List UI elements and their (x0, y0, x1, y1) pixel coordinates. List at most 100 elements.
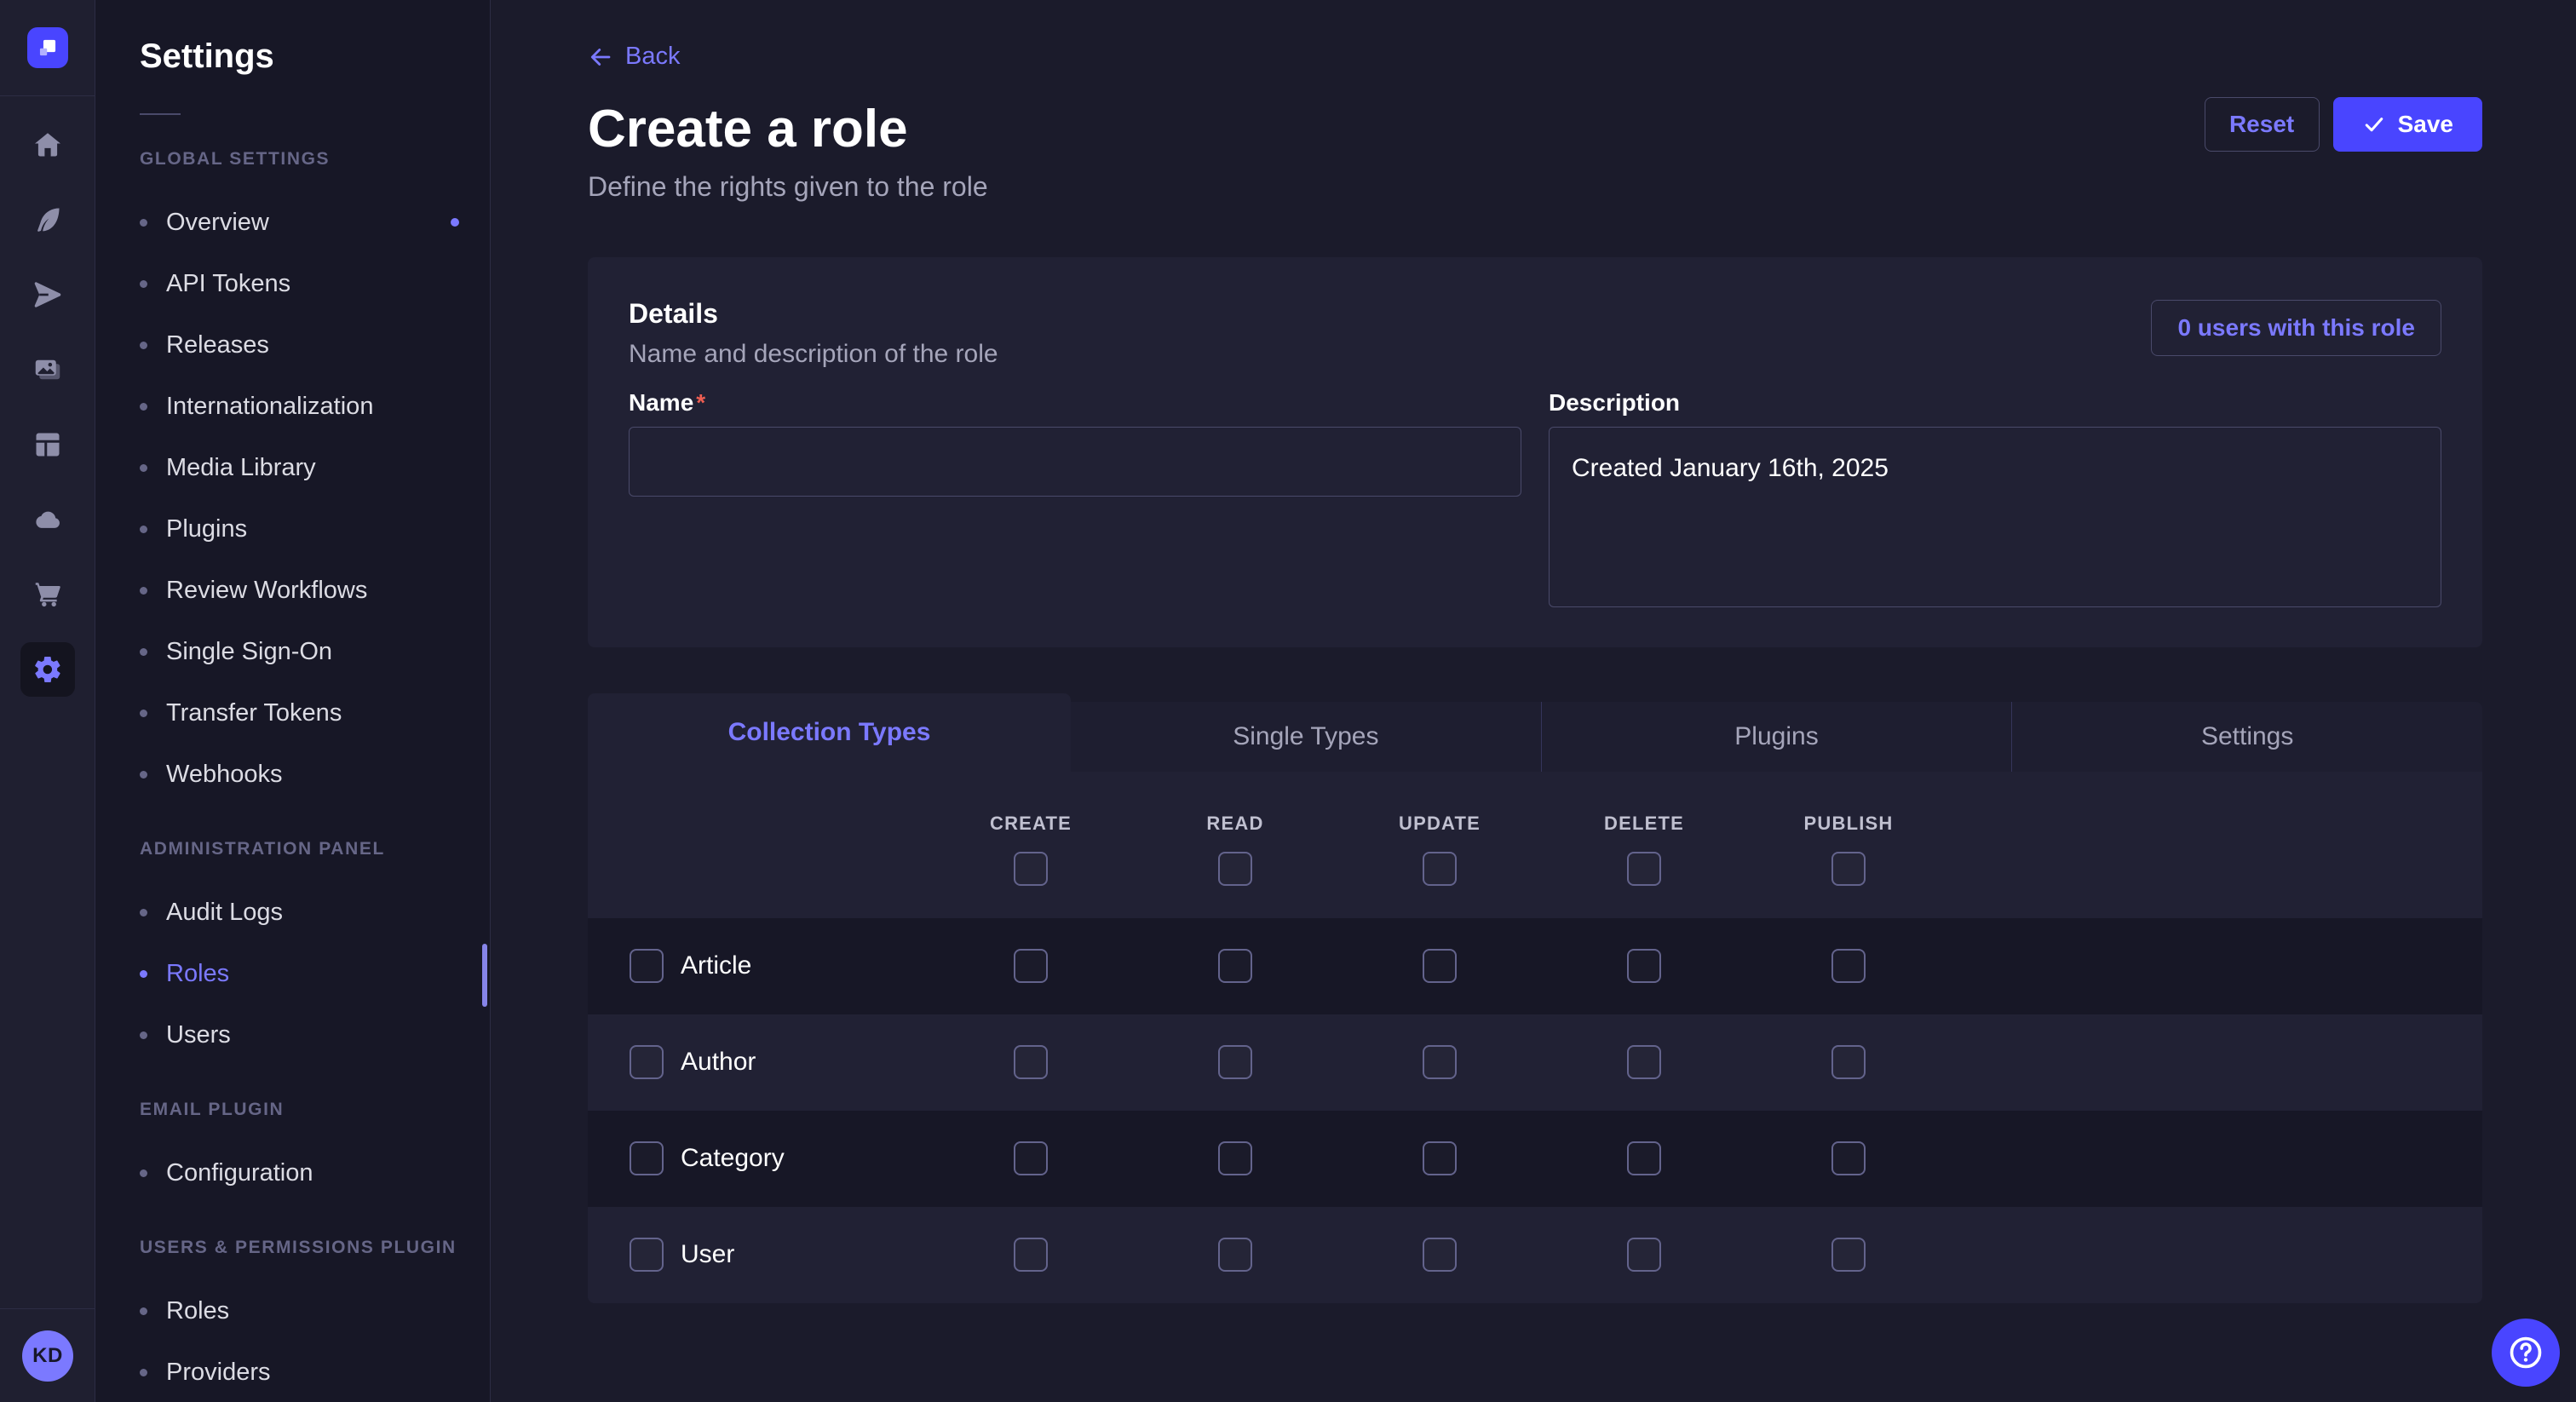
tab-single-types[interactable]: Single Types (1071, 702, 1541, 772)
checkbox-author-delete[interactable] (1627, 1045, 1661, 1079)
checkbox-user-create[interactable] (1014, 1238, 1048, 1272)
checkbox-select-all-update[interactable] (1423, 852, 1457, 886)
checkbox-category-row[interactable] (630, 1141, 664, 1175)
layout-icon (32, 429, 63, 460)
name-input[interactable] (629, 427, 1521, 497)
bullet-icon (140, 970, 147, 978)
tab-collection-types[interactable]: Collection Types (588, 693, 1071, 772)
sidebar-item-media-library[interactable]: Media Library (140, 437, 473, 498)
cloud-icon (32, 504, 63, 535)
checkbox-author-row[interactable] (630, 1045, 664, 1079)
images-icon (32, 354, 63, 385)
bullet-icon (140, 464, 147, 472)
checkbox-article-create[interactable] (1014, 949, 1048, 983)
sidebar-item-transfer-tokens[interactable]: Transfer Tokens (140, 682, 473, 744)
marketplace-button[interactable] (20, 567, 75, 622)
settings-button[interactable] (20, 642, 75, 697)
help-button[interactable] (2492, 1319, 2560, 1387)
checkbox-author-update[interactable] (1423, 1045, 1457, 1079)
description-textarea[interactable]: Created January 16th, 2025 (1549, 427, 2441, 607)
permission-row-author: Author (588, 1014, 2482, 1111)
checkbox-user-publish[interactable] (1831, 1238, 1866, 1272)
checkbox-author-publish[interactable] (1831, 1045, 1866, 1079)
question-mark-icon (2506, 1333, 2545, 1372)
checkbox-article-delete[interactable] (1627, 949, 1661, 983)
tab-settings[interactable]: Settings (2011, 702, 2482, 772)
checkbox-article-read[interactable] (1218, 949, 1252, 983)
sidebar-item-plugins[interactable]: Plugins (140, 498, 473, 560)
content-manager-button[interactable] (20, 192, 75, 247)
home-button[interactable] (20, 118, 75, 172)
description-label: Description (1549, 389, 1680, 416)
section-email-plugin: EMAIL PLUGIN Configuration (140, 1100, 473, 1204)
checkbox-select-all-read[interactable] (1218, 852, 1252, 886)
checkbox-user-delete[interactable] (1627, 1238, 1661, 1272)
sidebar-item-overview[interactable]: Overview (140, 192, 473, 253)
content-type-builder-button[interactable] (20, 417, 75, 472)
section-users-permissions-plugin: USERS & PERMISSIONS PLUGIN Roles Provide… (140, 1238, 473, 1402)
checkbox-category-delete[interactable] (1627, 1141, 1661, 1175)
checkbox-author-create[interactable] (1014, 1045, 1048, 1079)
required-asterisk: * (696, 389, 705, 416)
permissions-section: Collection Types Single Types Plugins Se… (588, 693, 2482, 1303)
sidebar-item-single-sign-on[interactable]: Single Sign-On (140, 621, 473, 682)
checkbox-category-create[interactable] (1014, 1141, 1048, 1175)
paper-plane-icon (32, 279, 63, 310)
row-label: Article (681, 951, 751, 980)
tab-plugins[interactable]: Plugins (1541, 702, 2012, 772)
sidebar-scrollbar-thumb[interactable] (482, 944, 487, 1007)
divider (0, 95, 95, 96)
deploy-button[interactable] (20, 492, 75, 547)
checkbox-article-publish[interactable] (1831, 949, 1866, 983)
sidebar-item-api-tokens[interactable]: API Tokens (140, 253, 473, 314)
checkbox-author-read[interactable] (1218, 1045, 1252, 1079)
reset-button[interactable]: Reset (2205, 97, 2320, 152)
page-subtitle: Define the rights given to the role (588, 171, 2482, 203)
checkbox-category-publish[interactable] (1831, 1141, 1866, 1175)
sidebar-item-releases[interactable]: Releases (140, 314, 473, 376)
sidebar-item-roles[interactable]: Roles (140, 943, 473, 1004)
checkbox-category-read[interactable] (1218, 1141, 1252, 1175)
permission-row-user: User (588, 1207, 2482, 1303)
column-header-publish: PUBLISH (1746, 813, 1951, 918)
column-label: UPDATE (1399, 813, 1481, 835)
sidebar-item-webhooks[interactable]: Webhooks (140, 744, 473, 805)
settings-sidebar: Settings GLOBAL SETTINGS Overview API To… (95, 0, 491, 1402)
avatar[interactable]: KD (22, 1330, 73, 1382)
details-fields: Name* Description Created January 16th, … (629, 389, 2441, 607)
users-with-role-button[interactable]: 0 users with this role (2151, 300, 2441, 356)
save-button[interactable]: Save (2333, 97, 2482, 152)
checkbox-user-read[interactable] (1218, 1238, 1252, 1272)
section-label: ADMINISTRATION PANEL (140, 839, 473, 859)
section-global-settings: GLOBAL SETTINGS Overview API Tokens Rele… (140, 149, 473, 805)
media-library-button[interactable] (20, 342, 75, 397)
sidebar-item-label: API Tokens (166, 270, 290, 298)
checkbox-article-update[interactable] (1423, 949, 1457, 983)
sidebar-item-label: Single Sign-On (166, 638, 332, 666)
name-field-group: Name* (629, 389, 1521, 607)
column-header-create: CREATE (929, 813, 1133, 918)
sidebar-item-label: Media Library (166, 454, 316, 482)
strapi-logo[interactable] (27, 27, 68, 68)
checkbox-article-row[interactable] (630, 949, 664, 983)
sidebar-item-providers[interactable]: Providers (140, 1342, 473, 1402)
notification-dot (451, 218, 459, 227)
back-link[interactable]: Back (588, 43, 680, 71)
sidebar-item-configuration[interactable]: Configuration (140, 1142, 473, 1204)
checkbox-category-update[interactable] (1423, 1141, 1457, 1175)
section-label: GLOBAL SETTINGS (140, 149, 473, 170)
sidebar-item-up-roles[interactable]: Roles (140, 1280, 473, 1342)
check-icon (2362, 112, 2386, 136)
checkbox-select-all-delete[interactable] (1627, 852, 1661, 886)
column-header-read: READ (1133, 813, 1337, 918)
sidebar-item-review-workflows[interactable]: Review Workflows (140, 560, 473, 621)
sidebar-item-users[interactable]: Users (140, 1004, 473, 1066)
checkbox-user-update[interactable] (1423, 1238, 1457, 1272)
column-label: PUBLISH (1804, 813, 1894, 835)
sidebar-item-audit-logs[interactable]: Audit Logs (140, 882, 473, 943)
sidebar-item-internationalization[interactable]: Internationalization (140, 376, 473, 437)
checkbox-user-row[interactable] (630, 1238, 664, 1272)
releases-button[interactable] (20, 267, 75, 322)
checkbox-select-all-publish[interactable] (1831, 852, 1866, 886)
checkbox-select-all-create[interactable] (1014, 852, 1048, 886)
